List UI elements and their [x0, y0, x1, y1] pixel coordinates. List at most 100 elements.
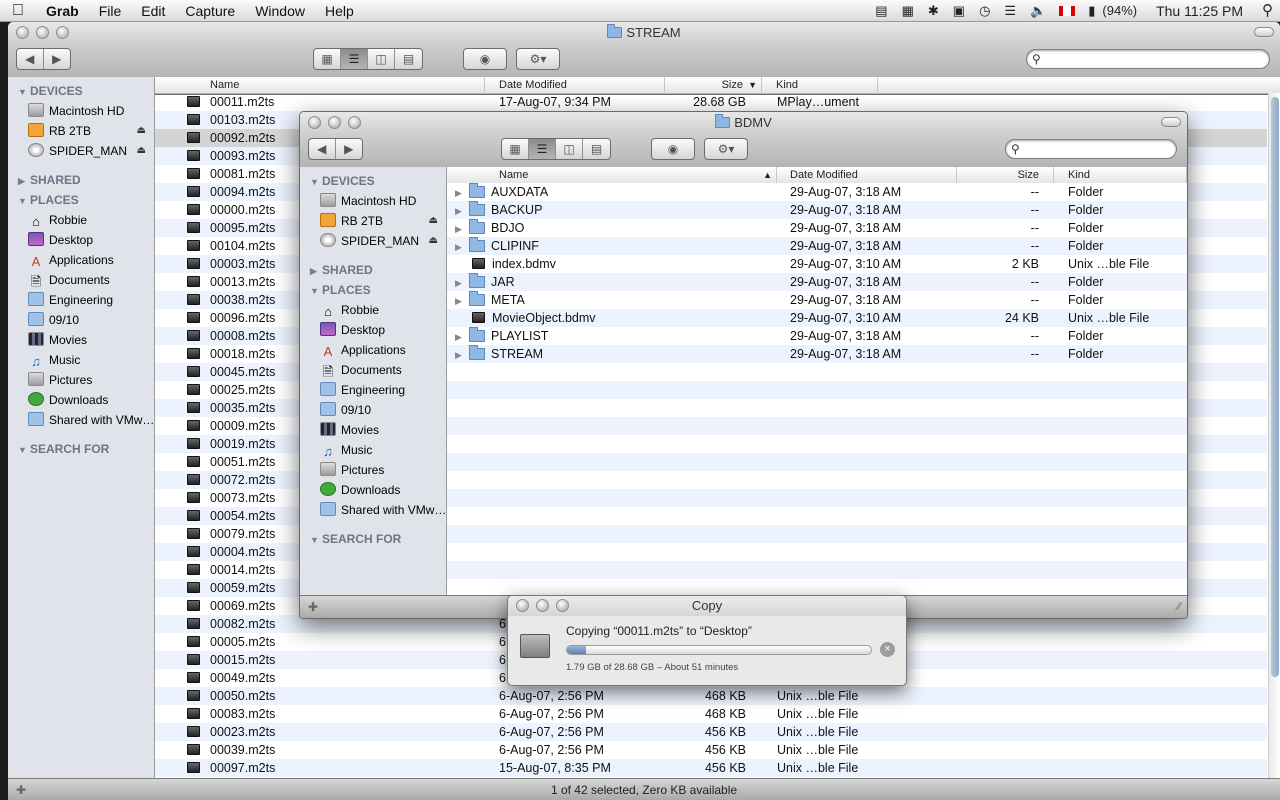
file-row[interactable]: 00039.m2ts 6-Aug-07, 2:56 PM 456 KB Unix …b… — [155, 741, 1267, 759]
folder-row[interactable]: ▶ AUXDATA 29-Aug-07, 3:18 AM -- Folder — [447, 183, 1187, 201]
sidebar-item-downloads[interactable]: Downloads — [8, 390, 154, 410]
file-row[interactable]: 00050.m2ts 6-Aug-07, 2:56 PM 468 KB Unix …b… — [155, 687, 1267, 705]
resize-sidebar-icon[interactable]: ✚ — [16, 779, 26, 800]
sidebar-item-downloads[interactable]: Downloads — [300, 480, 446, 500]
disclosure-triangle-icon[interactable]: ▶ — [455, 238, 469, 256]
sidebar-item-music[interactable]: ♫ Music — [8, 350, 154, 370]
close-button[interactable] — [16, 26, 29, 39]
bdmv-title-bar[interactable]: BDMV — [300, 112, 1187, 134]
menu-app-name[interactable]: Grab — [36, 0, 89, 22]
column-kind[interactable]: Kind — [1054, 167, 1187, 184]
devices-header[interactable]: ▼ DEVICES — [300, 171, 446, 191]
spotlight-icon[interactable]: ⚲ — [1255, 0, 1280, 22]
column-view-button[interactable]: ◫ — [556, 139, 583, 159]
quick-look-button[interactable]: ◉ — [651, 138, 695, 160]
icon-view-button[interactable]: ▦ — [502, 139, 529, 159]
zoom-button[interactable] — [556, 599, 569, 612]
back-button[interactable]: ◀ — [309, 139, 336, 159]
disclosure-triangle-icon[interactable]: ▶ — [455, 346, 469, 364]
menu-file[interactable]: File — [89, 0, 132, 22]
copy-title-bar[interactable]: Copy — [508, 596, 906, 616]
resize-grip-icon[interactable]: ∕∕ — [1177, 596, 1181, 618]
action-menu-button[interactable]: ⚙▾ — [516, 48, 560, 70]
time-machine-icon[interactable]: ◷ — [972, 0, 997, 22]
places-header[interactable]: ▼ PLACES — [8, 190, 154, 210]
disclosure-triangle-icon[interactable]: ▶ — [455, 292, 469, 310]
file-row[interactable]: 00011.m2ts 17-Aug-07, 9:34 PM 28.68 GB MPla… — [155, 93, 1267, 111]
sidebar-item-pictures[interactable]: Pictures — [8, 370, 154, 390]
shared-header[interactable]: ▶ SHARED — [300, 260, 446, 280]
column-name[interactable]: Name ▲ — [447, 167, 777, 184]
disclosure-triangle-icon[interactable]: ▶ — [455, 328, 469, 346]
minimize-button[interactable] — [36, 26, 49, 39]
eject-icon[interactable]: ⏏ — [137, 141, 146, 161]
sidebar-item-documents[interactable]: 🗎 Documents — [8, 270, 154, 290]
search-for-header[interactable]: ▼ SEARCH FOR — [300, 529, 446, 549]
menu-capture[interactable]: Capture — [175, 0, 245, 22]
disclosure-triangle-icon[interactable]: ▶ — [455, 202, 469, 220]
folder-row[interactable]: index.bdmv 29-Aug-07, 3:10 AM 2 KB Unix …bl… — [447, 255, 1187, 273]
search-for-header[interactable]: ▼ SEARCH FOR — [8, 439, 154, 459]
sidebar-item-movies[interactable]: Movies — [8, 330, 154, 350]
sidebar-item-engineering[interactable]: Engineering — [300, 380, 446, 400]
sidebar-item-rb-2tb[interactable]: RB 2TB ⏏ — [8, 121, 154, 141]
zoom-button[interactable] — [56, 26, 69, 39]
quick-look-button[interactable]: ◉ — [463, 48, 507, 70]
toolbar-toggle-button[interactable] — [1254, 27, 1274, 37]
zoom-button[interactable] — [348, 116, 361, 129]
column-size[interactable]: Size ▼ — [665, 77, 762, 94]
search-field[interactable]: ⚲ — [1026, 49, 1270, 69]
resize-sidebar-icon[interactable]: ✚ — [308, 596, 318, 618]
stream-vertical-scrollbar[interactable] — [1268, 93, 1280, 778]
menu-help[interactable]: Help — [315, 0, 364, 22]
devices-header[interactable]: ▼ DEVICES — [8, 81, 154, 101]
sidebar-item-shared-with-vmware[interactable]: Shared with VMw… — [8, 410, 154, 430]
sidebar-item-pictures[interactable]: Pictures — [300, 460, 446, 480]
sidebar-item-robbie[interactable]: ⌂ Robbie — [8, 210, 154, 230]
battery-icon[interactable]: ▮ — [1081, 0, 1102, 22]
minimize-button[interactable] — [536, 599, 549, 612]
sidebar-item-desktop[interactable]: Desktop — [300, 320, 446, 340]
display-icon[interactable]: ▣ — [946, 0, 972, 22]
sidebar-item-rb-2tb[interactable]: RB 2TB ⏏ — [300, 211, 446, 231]
sidebar-item-movies[interactable]: Movies — [300, 420, 446, 440]
sidebar-item-macintosh-hd[interactable]: Macintosh HD — [300, 191, 446, 211]
sidebar-item-spider-man[interactable]: SPIDER_MAN ⏏ — [8, 141, 154, 161]
folder-row[interactable]: ▶ STREAM 29-Aug-07, 3:18 AM -- Folder — [447, 345, 1187, 363]
coverflow-view-button[interactable]: ▤ — [395, 49, 422, 69]
forward-button[interactable]: ▶ — [336, 139, 362, 159]
shared-header[interactable]: ▶ SHARED — [8, 170, 154, 190]
toolbar-toggle-button[interactable] — [1161, 117, 1181, 127]
sidebar-item-music[interactable]: ♫ Music — [300, 440, 446, 460]
search-field[interactable]: ⚲ — [1005, 139, 1177, 159]
column-name[interactable]: Name — [155, 77, 485, 94]
eject-icon[interactable]: ⏏ — [429, 231, 438, 251]
scrollbar-thumb[interactable] — [1271, 97, 1279, 677]
column-view-button[interactable]: ◫ — [368, 49, 395, 69]
battery-percent[interactable]: (94%) — [1102, 0, 1144, 22]
volume-icon[interactable]: 🔈 — [1023, 0, 1053, 22]
folder-row[interactable]: ▶ PLAYLIST 29-Aug-07, 3:18 AM -- Folder — [447, 327, 1187, 345]
menu-clock[interactable]: Thu 11:25 PM — [1144, 0, 1255, 22]
file-row[interactable]: 00097.m2ts 15-Aug-07, 8:35 PM 456 KB Unix …… — [155, 759, 1267, 777]
folder-row[interactable]: ▶ BDJO 29-Aug-07, 3:18 AM -- Folder — [447, 219, 1187, 237]
stream-title-bar[interactable]: STREAM — [8, 22, 1280, 44]
apple-menu-icon[interactable]:  — [0, 2, 36, 20]
places-header[interactable]: ▼ PLACES — [300, 280, 446, 300]
folder-row[interactable]: ▶ META 29-Aug-07, 3:18 AM -- Folder — [447, 291, 1187, 309]
input-source-flag-icon[interactable] — [1059, 6, 1076, 16]
disclosure-triangle-icon[interactable]: ▶ — [455, 184, 469, 202]
folder-row[interactable]: ▶ BACKUP 29-Aug-07, 3:18 AM -- Folder — [447, 201, 1187, 219]
list-view-button[interactable]: ☰ — [529, 139, 556, 159]
file-row[interactable]: 00023.m2ts 6-Aug-07, 2:56 PM 456 KB Unix …b… — [155, 723, 1267, 741]
column-date-modified[interactable]: Date Modified — [485, 77, 665, 94]
eject-icon[interactable]: ⏏ — [429, 211, 438, 231]
back-button[interactable]: ◀ — [17, 49, 44, 69]
sidebar-item-applications[interactable]: A Applications — [8, 250, 154, 270]
wifi-icon[interactable]: ☰ — [997, 0, 1023, 22]
eject-icon[interactable]: ⏏ — [137, 121, 146, 141]
folder-row[interactable]: MovieObject.bdmv 29-Aug-07, 3:10 AM 24 KB U… — [447, 309, 1187, 327]
sidebar-item-09-10[interactable]: 09/10 — [300, 400, 446, 420]
file-row[interactable]: 00083.m2ts 6-Aug-07, 2:56 PM 468 KB Unix …b… — [155, 705, 1267, 723]
action-menu-button[interactable]: ⚙▾ — [704, 138, 748, 160]
